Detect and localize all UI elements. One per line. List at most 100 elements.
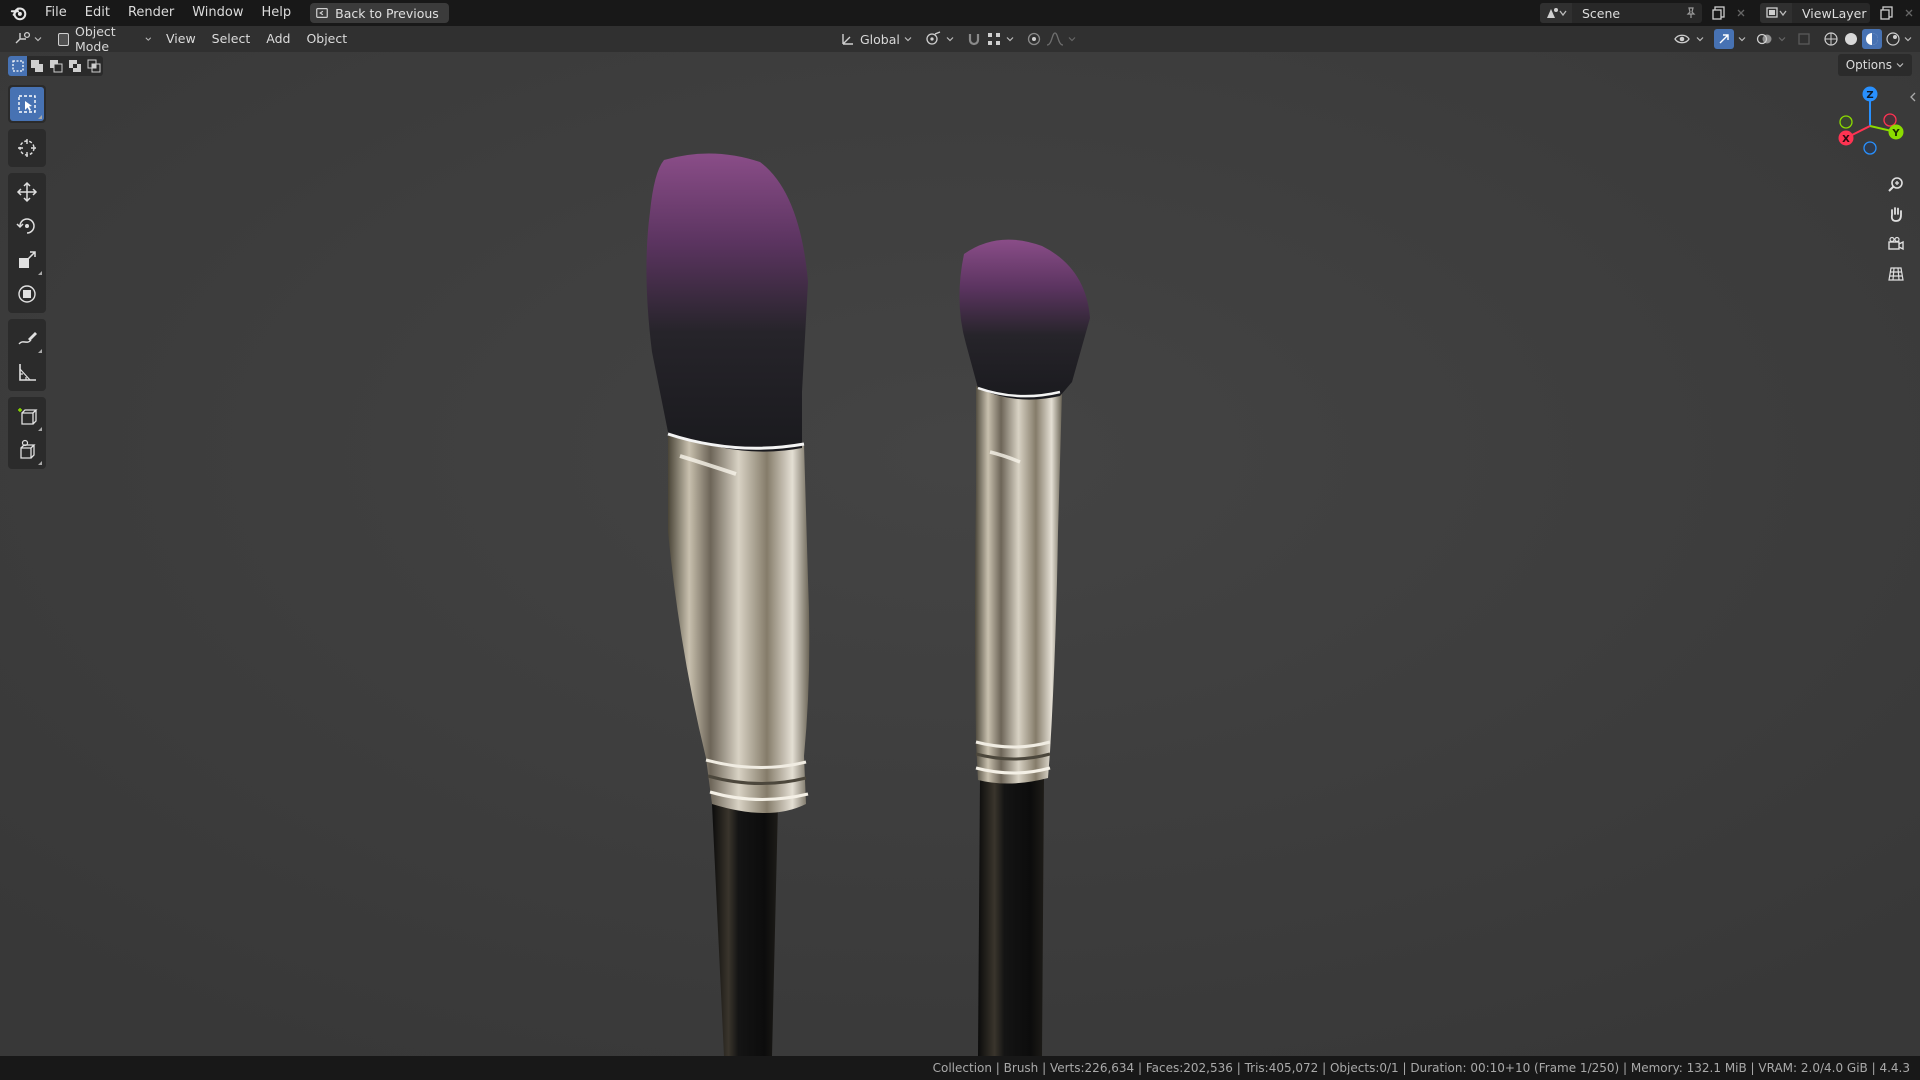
tool-measure[interactable]: [10, 355, 44, 389]
delete-view-layer-icon[interactable]: [1898, 3, 1920, 23]
snap-controls[interactable]: [962, 28, 1018, 50]
tool-shelf: [8, 85, 46, 475]
snap-magnet-icon[interactable]: [966, 31, 982, 47]
chevron-down-icon: [1778, 37, 1786, 42]
menu-file[interactable]: File: [36, 1, 76, 25]
add-object-icon: [20, 439, 36, 459]
xray-icon: [1798, 33, 1810, 45]
chevron-down-icon: [904, 37, 912, 42]
rotate-icon: [16, 218, 35, 234]
view-layer-icon[interactable]: [1760, 3, 1792, 23]
tool-add-object[interactable]: [10, 433, 44, 467]
scene-name-field[interactable]: Scene: [1572, 6, 1680, 21]
transform-orientation-dropdown[interactable]: Global: [836, 28, 916, 50]
tool-select-box[interactable]: [10, 87, 44, 121]
select-subtract-icon[interactable]: [46, 56, 65, 76]
gizmo-x-label: X: [1842, 134, 1850, 145]
select-extend-icon[interactable]: [27, 56, 46, 76]
select-box-icon: [18, 95, 36, 113]
object-mode-dropdown[interactable]: Object Mode: [52, 24, 158, 54]
pivot-icon: [926, 31, 941, 45]
visibility-dropdown[interactable]: [1670, 28, 1708, 50]
camera-view-button[interactable]: [1882, 230, 1910, 258]
brush-scene-render: [0, 52, 1920, 1056]
viewport-navigation-buttons: [1882, 170, 1912, 290]
sidebar-expand-icon[interactable]: [1908, 92, 1918, 102]
3d-viewport[interactable]: Options Z Y X: [0, 52, 1920, 1056]
material-preview-active[interactable]: [1862, 29, 1882, 49]
grid-perspective-icon: [1888, 267, 1904, 281]
selection-mode-buttons: [8, 56, 103, 76]
tool-move[interactable]: [10, 175, 44, 209]
chevron-down-icon: [1068, 37, 1076, 42]
chevron-down-icon[interactable]: [1904, 35, 1912, 43]
tool-rotate[interactable]: [10, 209, 44, 243]
xray-toggle[interactable]: [1792, 28, 1816, 50]
tool-add-cube[interactable]: [10, 399, 44, 433]
blender-logo-icon[interactable]: [10, 4, 28, 22]
menu-edit[interactable]: Edit: [76, 1, 119, 25]
tool-cursor[interactable]: [10, 131, 44, 165]
chevron-down-icon: [145, 37, 152, 41]
menu-select[interactable]: Select: [204, 28, 259, 50]
pan-view-button[interactable]: [1882, 200, 1910, 228]
ortho-toggle-button[interactable]: [1882, 260, 1910, 288]
editor-type-selector[interactable]: [8, 28, 48, 50]
gizmo-z-label: Z: [1866, 90, 1873, 101]
select-difference-icon[interactable]: [65, 56, 84, 76]
overlays-icon: [1756, 33, 1772, 45]
pivot-point-dropdown[interactable]: [920, 28, 958, 50]
menu-render[interactable]: Render: [119, 1, 183, 25]
rendered-shading-icon[interactable]: [1884, 30, 1902, 48]
transform-icon: [18, 285, 36, 303]
viewport-display-controls: [1670, 28, 1916, 50]
tool-annotate[interactable]: [10, 321, 44, 355]
scene-icon[interactable]: [1540, 3, 1572, 23]
delete-scene-icon[interactable]: [1730, 3, 1752, 23]
transform-orientation-label: Global: [860, 31, 900, 47]
falloff-curve-icon[interactable]: [1046, 31, 1064, 47]
back-to-previous-label: Back to Previous: [335, 5, 439, 21]
chevron-down-icon: [1738, 37, 1746, 42]
proportional-editing-controls[interactable]: [1022, 28, 1080, 50]
menu-help[interactable]: Help: [253, 1, 301, 25]
menu-object[interactable]: Object: [298, 28, 355, 50]
pin-icon[interactable]: [1680, 3, 1702, 23]
viewport-header: Object Mode View Select Add Object Globa…: [0, 24, 1920, 54]
add-cube-icon: [18, 408, 38, 425]
select-intersect-icon[interactable]: [84, 56, 103, 76]
scene-selector[interactable]: Scene: [1540, 3, 1702, 23]
chevron-down-icon: [34, 37, 42, 42]
hand-icon: [1890, 207, 1902, 222]
view-layer-selector[interactable]: ViewLayer: [1760, 3, 1870, 23]
menu-view[interactable]: View: [158, 28, 204, 50]
select-set-icon[interactable]: [8, 56, 27, 76]
options-dropdown[interactable]: Options: [1837, 54, 1912, 76]
zoom-view-button[interactable]: [1882, 170, 1910, 198]
tool-scale[interactable]: [10, 243, 44, 277]
cursor-icon: [18, 139, 36, 157]
gizmo-icon: [1719, 34, 1729, 44]
gizmo-y-label: Y: [1891, 128, 1900, 139]
new-scene-icon[interactable]: [1708, 3, 1730, 23]
scale-icon: [19, 251, 36, 268]
overlays-toggle[interactable]: [1752, 28, 1790, 50]
chevron-down-icon: [1896, 63, 1904, 68]
gizmo-toggle[interactable]: [1710, 28, 1750, 50]
chevron-down-icon: [946, 37, 954, 42]
menu-window[interactable]: Window: [183, 1, 252, 25]
menu-add[interactable]: Add: [258, 28, 298, 50]
navigation-gizmo[interactable]: Z Y X: [1828, 84, 1912, 168]
proportional-editing-icon[interactable]: [1026, 31, 1042, 47]
new-view-layer-icon[interactable]: [1876, 3, 1898, 23]
view-layer-name-field[interactable]: ViewLayer: [1792, 6, 1870, 21]
snap-increment-icon[interactable]: [986, 31, 1002, 47]
measure-ruler-icon: [19, 364, 36, 381]
chevron-down-icon: [1696, 37, 1704, 42]
wireframe-shading-icon[interactable]: [1822, 30, 1840, 48]
object-mode-label: Object Mode: [75, 24, 116, 54]
back-to-previous-button[interactable]: Back to Previous: [310, 3, 449, 23]
tool-transform[interactable]: [10, 277, 44, 311]
object-mode-icon: [58, 32, 69, 46]
solid-shading-icon[interactable]: [1842, 30, 1860, 48]
